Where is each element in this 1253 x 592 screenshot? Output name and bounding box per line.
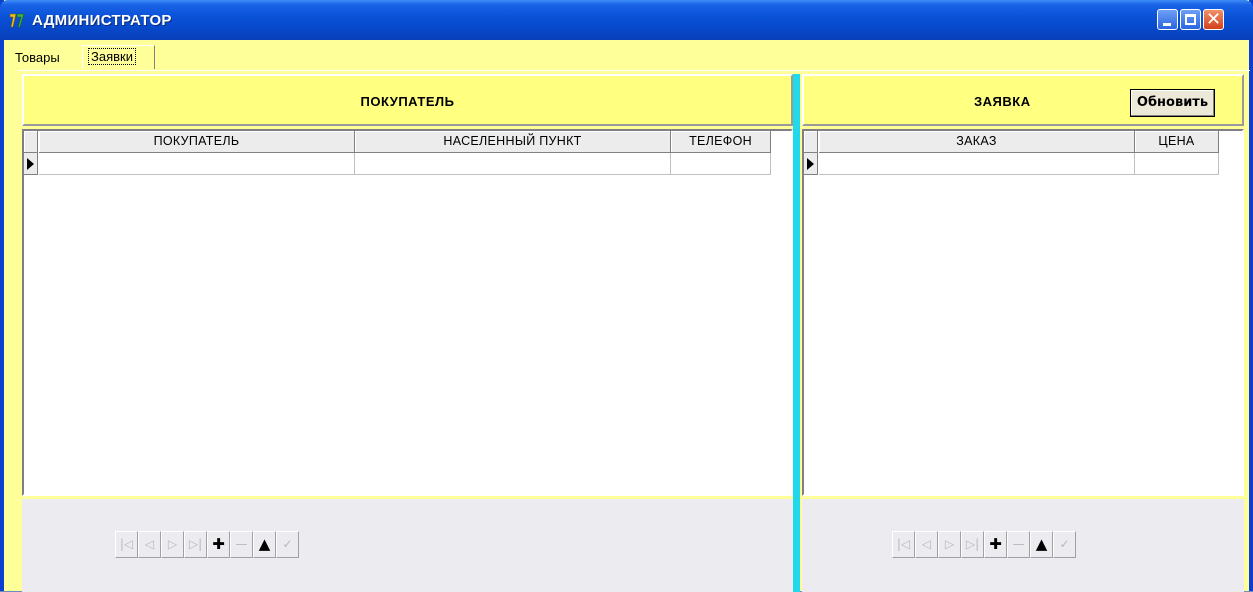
column-header-locality[interactable]: НАСЕЛЕННЫЙ ПУНКТ	[355, 131, 671, 153]
close-icon: ✕	[1206, 9, 1222, 30]
window-title: АДМИНИСТРАТОР	[32, 12, 172, 29]
grid-cell[interactable]	[1135, 153, 1219, 175]
last-record-icon: ▷|	[188, 537, 203, 551]
insert-record-icon: ✚	[989, 535, 1002, 553]
last-record-button[interactable]: ▷|	[184, 531, 207, 558]
column-header-order[interactable]: ЗАКАЗ	[819, 131, 1135, 153]
row-indicator	[804, 153, 818, 175]
first-record-icon: |◁	[896, 537, 911, 551]
order-header-title: ЗАЯВКА	[974, 94, 1031, 109]
grid-cell[interactable]	[355, 153, 671, 175]
next-record-icon: ▷	[167, 537, 178, 551]
current-row-arrow-icon	[807, 158, 814, 170]
delete-record-icon: —	[1012, 537, 1025, 551]
next-record-button[interactable]: ▷	[938, 531, 961, 558]
delete-record-icon: —	[235, 537, 248, 551]
grid-cell[interactable]	[819, 153, 1135, 175]
row-indicator	[24, 153, 38, 175]
first-record-button[interactable]: |◁	[892, 531, 915, 558]
tab-zayavki[interactable]: Заявки	[82, 45, 155, 69]
column-header-buyer[interactable]: ПОКУПАТЕЛЬ	[39, 131, 355, 153]
delete-record-button[interactable]: —	[230, 531, 253, 558]
insert-record-button[interactable]: ✚	[207, 531, 230, 558]
tab-label: Товары	[15, 50, 60, 65]
column-header-price[interactable]: ЦЕНА	[1135, 131, 1219, 153]
insert-record-icon: ✚	[212, 535, 225, 553]
post-record-icon: ✓	[1059, 537, 1070, 551]
prior-record-button[interactable]: ◁	[138, 531, 161, 558]
order-grid[interactable]: ЗАКАЗ ЦЕНА	[802, 129, 1244, 496]
grid-cell[interactable]	[671, 153, 771, 175]
edit-record-button[interactable]: ▲	[253, 531, 276, 558]
close-button[interactable]: ✕	[1203, 9, 1224, 30]
minimize-button[interactable]	[1157, 9, 1178, 30]
buyer-navigator-area: |◁ ◁ ▷ ▷| ✚ — ▲ ✓	[22, 499, 793, 592]
minimize-icon	[1163, 23, 1171, 26]
application-window: АДМИНИСТРАТОР ✕ Товары Заявки ПОКУПАТЕЛЬ…	[0, 0, 1253, 592]
buyer-header-title: ПОКУПАТЕЛЬ	[360, 94, 455, 109]
column-header-phone[interactable]: ТЕЛЕФОН	[671, 131, 771, 153]
insert-record-button[interactable]: ✚	[984, 531, 1007, 558]
last-record-button[interactable]: ▷|	[961, 531, 984, 558]
edit-record-icon: ▲	[1035, 535, 1048, 553]
first-record-icon: |◁	[119, 537, 134, 551]
row-indicator-header	[24, 131, 38, 153]
prior-record-button[interactable]: ◁	[915, 531, 938, 558]
post-record-button[interactable]: ✓	[1053, 531, 1076, 558]
maximize-button[interactable]	[1180, 9, 1201, 30]
order-header: ЗАЯВКА Обновить	[802, 74, 1244, 126]
prior-record-icon: ◁	[144, 537, 155, 551]
last-record-icon: ▷|	[965, 537, 980, 551]
buyer-panel: ПОКУПАТЕЛЬ ПОКУПАТЕЛЬ НАСЕЛЕННЫЙ ПУНКТ Т…	[22, 74, 793, 592]
edit-record-button[interactable]: ▲	[1030, 531, 1053, 558]
post-record-button[interactable]: ✓	[276, 531, 299, 558]
next-record-button[interactable]: ▷	[161, 531, 184, 558]
tab-tovary[interactable]: Товары	[10, 47, 74, 69]
prior-record-icon: ◁	[921, 537, 932, 551]
refresh-button[interactable]: Обновить	[1130, 89, 1215, 117]
post-record-icon: ✓	[282, 537, 293, 551]
row-indicator-header	[804, 131, 818, 153]
panel-splitter[interactable]	[793, 74, 800, 592]
tab-page: ПОКУПАТЕЛЬ ПОКУПАТЕЛЬ НАСЕЛЕННЫЙ ПУНКТ Т…	[18, 70, 1250, 592]
buyer-grid[interactable]: ПОКУПАТЕЛЬ НАСЕЛЕННЫЙ ПУНКТ ТЕЛЕФОН	[22, 129, 793, 496]
next-record-icon: ▷	[944, 537, 955, 551]
app-icon	[9, 13, 25, 28]
current-row-arrow-icon	[27, 158, 34, 170]
tab-label: Заявки	[88, 48, 136, 65]
order-navigator-area: |◁ ◁ ▷ ▷| ✚ — ▲ ✓	[802, 499, 1244, 592]
order-panel: ЗАЯВКА Обновить ЗАКАЗ ЦЕНА |◁ ◁ ▷ ▷| ✚ —…	[802, 74, 1244, 592]
edit-record-icon: ▲	[258, 535, 271, 553]
title-bar[interactable]: АДМИНИСТРАТОР ✕	[0, 0, 1253, 40]
grid-cell[interactable]	[39, 153, 355, 175]
delete-record-button[interactable]: —	[1007, 531, 1030, 558]
maximize-icon	[1185, 14, 1196, 25]
buyer-header: ПОКУПАТЕЛЬ	[22, 74, 793, 126]
first-record-button[interactable]: |◁	[115, 531, 138, 558]
